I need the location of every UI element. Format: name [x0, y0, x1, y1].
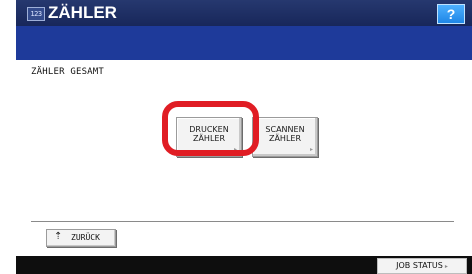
help-button[interactable]: ?: [437, 4, 465, 24]
corner-arrow-icon: ▸: [309, 147, 313, 153]
print-counter-button[interactable]: DRUCKEN ZÄHLER ▸: [176, 117, 242, 157]
counter-screen: 123 ZÄHLER ? ZÄHLER GESAMT DRUCKEN ZÄHLE…: [0, 0, 472, 274]
print-counter-label-line2: ZÄHLER: [192, 134, 226, 143]
back-button[interactable]: ⇡ ZURÜCK: [46, 229, 116, 247]
print-counter-label: DRUCKEN ZÄHLER: [177, 125, 241, 143]
page-title: ZÄHLER: [48, 3, 117, 22]
back-label: ZURÜCK: [71, 233, 100, 242]
scan-counter-label-line2: ZÄHLER: [268, 134, 302, 143]
print-counter-label-line1: DRUCKEN: [189, 125, 229, 134]
scan-counter-button[interactable]: SCANNEN ZÄHLER ▸: [252, 117, 318, 157]
job-status-label: JOB STATUS: [396, 261, 443, 270]
scan-counter-label-line1: SCANNEN: [265, 125, 305, 134]
divider: [31, 221, 454, 222]
left-gutter: [0, 0, 16, 274]
job-status-button[interactable]: JOB STATUS ▸: [377, 258, 467, 274]
scan-counter-label: SCANNEN ZÄHLER: [253, 125, 317, 143]
header-band: [16, 26, 472, 60]
section-heading: ZÄHLER GESAMT: [31, 67, 105, 77]
counter-icon: 123: [27, 7, 45, 21]
corner-arrow-icon: ▸: [444, 263, 448, 270]
up-arrow-icon: ⇡: [54, 231, 63, 242]
corner-arrow-icon: ▸: [233, 147, 237, 153]
